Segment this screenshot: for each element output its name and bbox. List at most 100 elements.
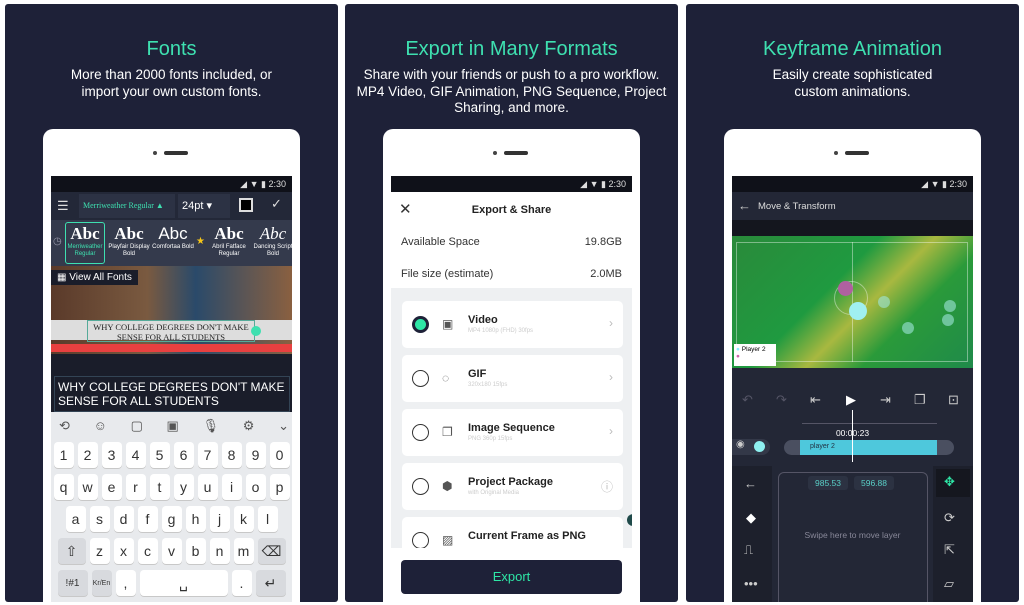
key[interactable]: j <box>209 506 230 532</box>
key[interactable]: w <box>77 474 98 500</box>
gif-key-icon[interactable]: ▣ <box>167 418 179 434</box>
radio-button[interactable] <box>412 316 429 333</box>
key[interactable]: 6 <box>173 442 194 468</box>
text-overlay[interactable]: WHY COLLEGE DEGREES DON'T MAKE SENSE FOR… <box>87 320 255 342</box>
text-input[interactable]: WHY COLLEGE DEGREES DON'T MAKE SENSE FOR… <box>54 376 290 412</box>
eye-icon[interactable]: ◉ <box>736 439 745 450</box>
scale-icon[interactable]: ⇱ <box>944 542 955 558</box>
key[interactable]: o <box>245 474 266 500</box>
export-button[interactable]: Export <box>401 560 622 594</box>
menu-icon[interactable]: ☰ <box>57 198 69 214</box>
undo-icon[interactable]: ↶ <box>742 392 753 408</box>
enter-key[interactable]: ↵ <box>255 570 286 596</box>
language-key[interactable]: Kr/En <box>91 570 112 596</box>
chevron-right-icon[interactable]: › <box>609 424 613 438</box>
key[interactable]: 9 <box>245 442 266 468</box>
skip-start-icon[interactable]: ⇤ <box>810 392 821 408</box>
rotate-icon[interactable]: ⟳ <box>944 510 955 526</box>
export-option[interactable]: ❐ Image Sequence PNG 360p 15fps › <box>402 409 623 456</box>
key[interactable]: 0 <box>269 442 290 468</box>
keyframe-point[interactable] <box>944 300 956 312</box>
key[interactable]: f <box>137 506 158 532</box>
chevron-right-icon[interactable]: › <box>609 370 613 384</box>
key[interactable]: 5 <box>149 442 170 468</box>
back-arrow-icon[interactable]: ← <box>744 476 757 491</box>
key[interactable]: 1 <box>53 442 74 468</box>
recent-icon[interactable]: ◷ <box>53 236 62 247</box>
radio-button[interactable] <box>412 478 429 495</box>
player-marker[interactable] <box>838 281 853 296</box>
key[interactable]: q <box>53 474 74 500</box>
key[interactable]: 7 <box>197 442 218 468</box>
key[interactable]: c <box>137 538 158 564</box>
comma-key[interactable]: , <box>115 570 136 596</box>
key[interactable]: v <box>161 538 182 564</box>
color-swatch[interactable] <box>239 198 253 212</box>
radio-button[interactable] <box>412 532 429 549</box>
key[interactable]: m <box>233 538 254 564</box>
key[interactable]: 4 <box>125 442 146 468</box>
info-icon[interactable]: ⓘ <box>601 478 613 495</box>
key[interactable]: 2 <box>77 442 98 468</box>
emoji-icon[interactable]: ☺ <box>94 418 107 434</box>
key[interactable]: k <box>233 506 254 532</box>
key[interactable]: n <box>209 538 230 564</box>
key[interactable]: x <box>113 538 134 564</box>
key[interactable]: l <box>257 506 278 532</box>
key[interactable]: e <box>101 474 122 500</box>
translate-icon[interactable]: ⟲ <box>59 418 70 434</box>
key[interactable]: r <box>125 474 146 500</box>
font-option[interactable]: Abc Abril Fatface Regular <box>207 224 251 258</box>
keyframe-icon[interactable]: ◆ <box>746 510 756 526</box>
move-icon[interactable]: ✥ <box>944 474 955 490</box>
layer-track[interactable]: player 2 <box>800 440 937 455</box>
key[interactable]: 3 <box>101 442 122 468</box>
easing-icon[interactable]: ⎍ <box>744 542 753 558</box>
skip-end-icon[interactable]: ⇥ <box>880 392 891 408</box>
key[interactable]: t <box>149 474 170 500</box>
more-icon[interactable]: ••• <box>744 576 758 591</box>
radio-button[interactable] <box>412 370 429 387</box>
export-option[interactable]: ⬢ Project Package with Original Media ⓘ <box>402 463 623 510</box>
space-key[interactable]: ␣ <box>139 570 228 596</box>
player-2-marker[interactable] <box>849 302 867 320</box>
redo-icon[interactable]: ↷ <box>776 392 787 408</box>
key[interactable]: u <box>197 474 218 500</box>
export-option[interactable]: ▣ Video MP4 1080p (FHD) 30fps › <box>402 301 623 348</box>
key[interactable]: g <box>161 506 182 532</box>
collapse-icon[interactable]: ⌄ <box>278 418 289 434</box>
timeline-ruler[interactable] <box>802 416 937 424</box>
keyframe-point[interactable] <box>902 322 914 334</box>
settings-icon[interactable]: ⚙ <box>243 418 255 434</box>
check-icon[interactable]: ✓ <box>271 196 282 212</box>
resize-handle[interactable] <box>251 326 261 336</box>
layer-color[interactable] <box>754 441 765 452</box>
skew-icon[interactable]: ▱ <box>944 576 954 592</box>
shift-key[interactable]: ⇧ <box>57 538 86 564</box>
key[interactable]: z <box>89 538 110 564</box>
key[interactable]: h <box>185 506 206 532</box>
copy-icon[interactable]: ❐ <box>914 392 926 408</box>
play-icon[interactable]: ▶ <box>846 392 856 408</box>
video-canvas[interactable]: ● Player 2 ● <box>732 236 973 368</box>
keyframe-point[interactable] <box>878 296 890 308</box>
key[interactable]: y <box>173 474 194 500</box>
symbols-key[interactable]: !#1 <box>57 570 88 596</box>
font-option[interactable]: Abc Playfair Display Bold <box>107 224 151 258</box>
mic-icon[interactable]: 🎙 <box>203 418 220 434</box>
chevron-right-icon[interactable]: › <box>609 316 613 330</box>
view-all-fonts[interactable]: ▦ View All Fonts <box>51 270 138 285</box>
key[interactable]: p <box>269 474 290 500</box>
font-option[interactable]: Abc Merriweather Regular <box>63 224 107 258</box>
export-option[interactable]: ◌ GIF 320x180 15fps › <box>402 355 623 402</box>
key[interactable]: d <box>113 506 134 532</box>
sticker-icon[interactable]: ▢ <box>131 418 143 434</box>
keyframe-point[interactable] <box>942 314 954 326</box>
key[interactable]: i <box>221 474 242 500</box>
key[interactable]: s <box>89 506 110 532</box>
font-option[interactable]: Abc Dancing Script Bold <box>251 224 292 258</box>
back-icon[interactable]: ← <box>738 198 751 213</box>
key[interactable]: b <box>185 538 206 564</box>
size-selector[interactable]: 24pt ▾ <box>178 194 230 218</box>
font-option[interactable]: Abc Comfortaa Bold <box>151 224 195 251</box>
